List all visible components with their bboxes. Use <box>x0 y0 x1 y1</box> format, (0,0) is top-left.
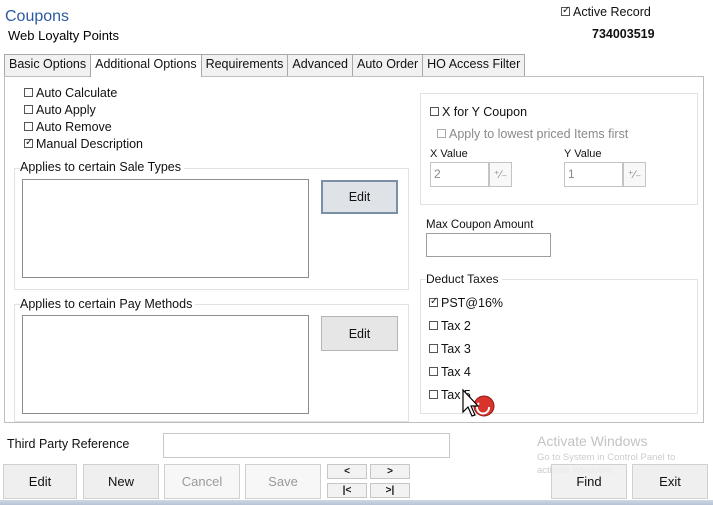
save-button[interactable]: Save <box>245 464 321 499</box>
manual-description-checkbox[interactable]: Manual Description <box>24 136 143 151</box>
edit-button[interactable]: Edit <box>3 464 77 499</box>
tax-label: Tax 3 <box>441 342 471 356</box>
prev-record-button[interactable]: < <box>327 464 367 479</box>
coupon-name: Web Loyalty Points <box>8 28 120 43</box>
third-party-label: Third Party Reference <box>7 437 130 451</box>
sale-types-edit-button[interactable]: Edit <box>321 180 398 214</box>
tax-label: PST@16% <box>441 296 504 310</box>
pay-methods-edit-button[interactable]: Edit <box>321 316 398 351</box>
auto-calculate-checkbox[interactable]: Auto Calculate <box>24 86 117 100</box>
tax-label: Tax 2 <box>441 319 471 333</box>
auto-remove-checkbox[interactable]: Auto Remove <box>24 120 112 134</box>
pay-methods-label: Applies to certain Pay Methods <box>20 297 196 311</box>
activate-windows-title: Activate Windows <box>537 433 648 449</box>
option-label: Auto Remove <box>36 120 112 134</box>
tab-auto-order[interactable]: Auto Order <box>352 54 424 76</box>
y-value-label: Y Value <box>564 148 602 160</box>
new-button[interactable]: New <box>83 464 159 499</box>
sale-types-list[interactable] <box>22 179 309 278</box>
checkbox-icon <box>561 4 570 18</box>
x-value-label: X Value <box>430 148 468 160</box>
tab-additional-options[interactable]: Additional Options <box>90 54 202 77</box>
checkbox-icon <box>429 321 438 330</box>
checkbox-icon <box>429 390 438 399</box>
apply-lowest-checkbox[interactable]: Apply to lowest priced Items first <box>437 127 628 141</box>
tax-1-checkbox[interactable]: PST@16% <box>429 295 504 310</box>
tax-label: Tax 4 <box>441 365 471 379</box>
tab-advanced[interactable]: Advanced <box>287 54 354 76</box>
exit-button[interactable]: Exit <box>632 464 708 499</box>
tax-4-checkbox[interactable]: Tax 4 <box>429 365 471 379</box>
tab-requirements[interactable]: Requirements <box>200 54 289 76</box>
pay-methods-list[interactable] <box>22 315 309 414</box>
checkbox-icon <box>24 122 33 131</box>
checkbox-icon <box>24 105 33 114</box>
checkbox-icon <box>430 107 439 116</box>
record-id: 734003519 <box>592 27 655 41</box>
checkbox-icon <box>437 129 446 138</box>
auto-apply-checkbox[interactable]: Auto Apply <box>24 103 96 117</box>
checkbox-icon <box>24 136 33 150</box>
max-coupon-label: Max Coupon Amount <box>426 219 534 231</box>
calculator-icon[interactable]: ⁺∕₋ <box>623 162 646 187</box>
find-button[interactable]: Find <box>551 464 627 499</box>
x-for-y-checkbox[interactable]: X for Y Coupon <box>430 105 527 119</box>
checkbox-icon <box>429 367 438 376</box>
x-for-y-label: X for Y Coupon <box>442 105 528 119</box>
tab-ho-access-filter[interactable]: HO Access Filter <box>422 54 526 76</box>
checkbox-icon <box>429 344 438 353</box>
last-record-button[interactable]: >| <box>370 483 410 498</box>
option-label: Auto Calculate <box>36 86 118 100</box>
checkbox-icon <box>429 295 438 309</box>
apply-lowest-label: Apply to lowest priced Items first <box>449 127 629 141</box>
max-coupon-field[interactable] <box>426 233 551 257</box>
next-record-button[interactable]: > <box>370 464 410 479</box>
tab-basic-options[interactable]: Basic Options <box>4 54 92 76</box>
window-title: Coupons <box>5 8 70 25</box>
deduct-taxes-label: Deduct Taxes <box>426 272 502 286</box>
tax-3-checkbox[interactable]: Tax 3 <box>429 342 471 356</box>
x-value-field[interactable]: 2 <box>430 162 489 187</box>
first-record-button[interactable]: |< <box>327 483 367 498</box>
active-record-checkbox[interactable]: Active Record <box>561 4 651 19</box>
window-bottom-border <box>0 500 713 505</box>
sale-types-label: Applies to certain Sale Types <box>20 160 184 174</box>
y-value-field[interactable]: 1 <box>564 162 623 187</box>
cancel-button[interactable]: Cancel <box>164 464 240 499</box>
option-label: Manual Description <box>36 137 143 151</box>
busy-cursor-icon <box>460 388 500 428</box>
calculator-icon[interactable]: ⁺∕₋ <box>489 162 512 187</box>
tab-bar: Basic Options Additional Options Require… <box>4 54 526 77</box>
third-party-field[interactable] <box>163 433 450 458</box>
tax-2-checkbox[interactable]: Tax 2 <box>429 319 471 333</box>
checkbox-icon <box>24 88 33 97</box>
active-record-label: Active Record <box>573 5 651 19</box>
option-label: Auto Apply <box>36 103 96 117</box>
